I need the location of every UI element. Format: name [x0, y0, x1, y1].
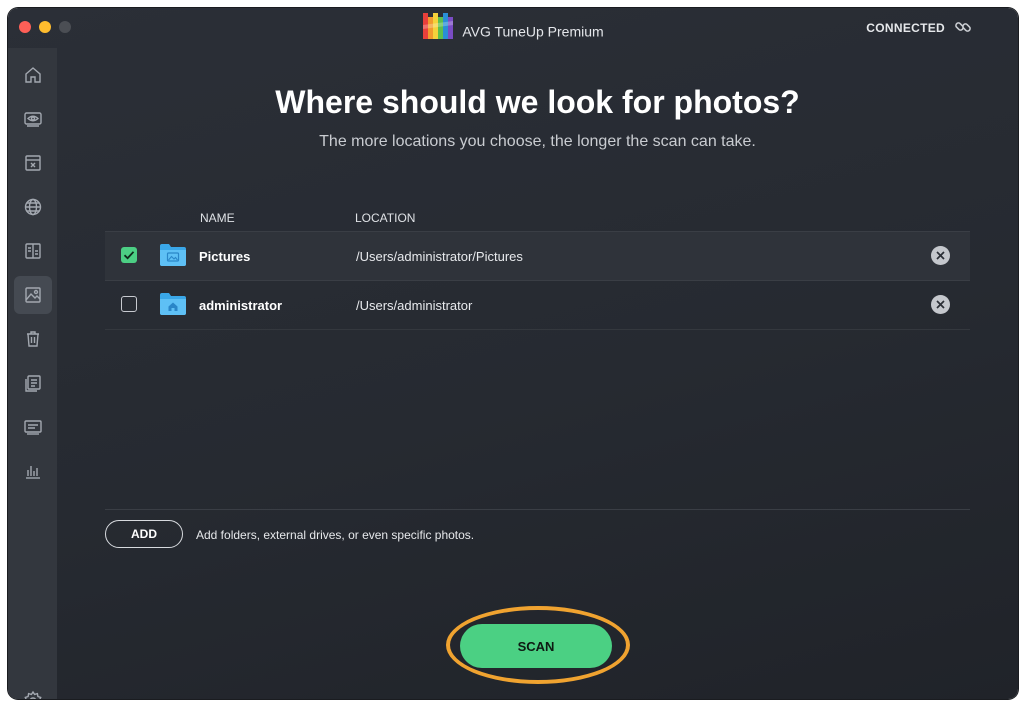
home-folder-icon	[159, 291, 187, 322]
page-title: Where should we look for photos?	[275, 84, 800, 120]
add-location-button[interactable]: ADD	[105, 520, 183, 548]
eye-monitor-icon	[24, 112, 42, 127]
connection-status: CONNECTED	[866, 21, 945, 35]
page-subtitle: The more locations you choose, the longe…	[319, 133, 756, 150]
remove-location-button[interactable]	[931, 246, 950, 265]
sidebar-item-duplicates[interactable]	[14, 232, 52, 270]
files-list-icon	[25, 375, 41, 392]
globe-icon	[24, 198, 42, 216]
app-name: AVG TuneUp Premium	[462, 23, 604, 40]
sidebar-item-cleaner[interactable]	[14, 144, 52, 182]
checkmark-icon	[123, 251, 135, 260]
link-icon[interactable]	[954, 18, 972, 41]
folder-location: /Users/administrator	[356, 298, 473, 313]
sidebar-item-photos[interactable]	[14, 276, 52, 314]
app-window: AVG TuneUp Premium CONNECTED Where shoul…	[8, 8, 1018, 699]
sidebar	[8, 48, 57, 699]
row-checkbox[interactable]	[121, 296, 137, 312]
home-icon	[25, 67, 41, 83]
trash-icon	[27, 331, 39, 347]
sidebar-item-software[interactable]	[14, 408, 52, 446]
folder-name: administrator	[199, 298, 283, 313]
gear-icon	[24, 690, 42, 699]
browser-window-icon	[24, 420, 42, 435]
table-row[interactable]: administrator /Users/administrator	[105, 281, 970, 330]
sidebar-item-browser[interactable]	[14, 188, 52, 226]
remove-location-button[interactable]	[931, 295, 950, 314]
duplicate-files-icon	[25, 243, 41, 259]
sidebar-item-apps[interactable]	[14, 364, 52, 402]
pictures-folder-icon	[159, 242, 187, 273]
table-row[interactable]: Pictures /Users/administrator/Pictures	[105, 231, 970, 281]
divider	[105, 509, 970, 510]
title-bar: AVG TuneUp Premium CONNECTED	[8, 8, 1018, 48]
column-header-location: LOCATION	[355, 211, 416, 225]
add-hint-text: Add folders, external drives, or even sp…	[196, 528, 475, 542]
sidebar-item-trash[interactable]	[14, 320, 52, 358]
sidebar-item-performance[interactable]	[14, 100, 52, 138]
photos-icon	[25, 287, 41, 303]
bar-chart-icon	[26, 466, 40, 479]
sidebar-item-stats[interactable]	[14, 452, 52, 490]
settings-button[interactable]	[22, 690, 44, 699]
sidebar-item-home[interactable]	[14, 56, 52, 94]
box-x-icon	[25, 155, 41, 171]
folder-name: Pictures	[199, 249, 251, 264]
column-header-name: NAME	[200, 211, 235, 225]
avg-logo-icon	[422, 11, 454, 44]
close-icon	[936, 300, 945, 309]
close-icon	[936, 251, 945, 260]
row-checkbox[interactable]	[121, 247, 137, 263]
folder-location: /Users/administrator/Pictures	[356, 249, 523, 264]
scan-button[interactable]: SCAN	[460, 624, 612, 668]
